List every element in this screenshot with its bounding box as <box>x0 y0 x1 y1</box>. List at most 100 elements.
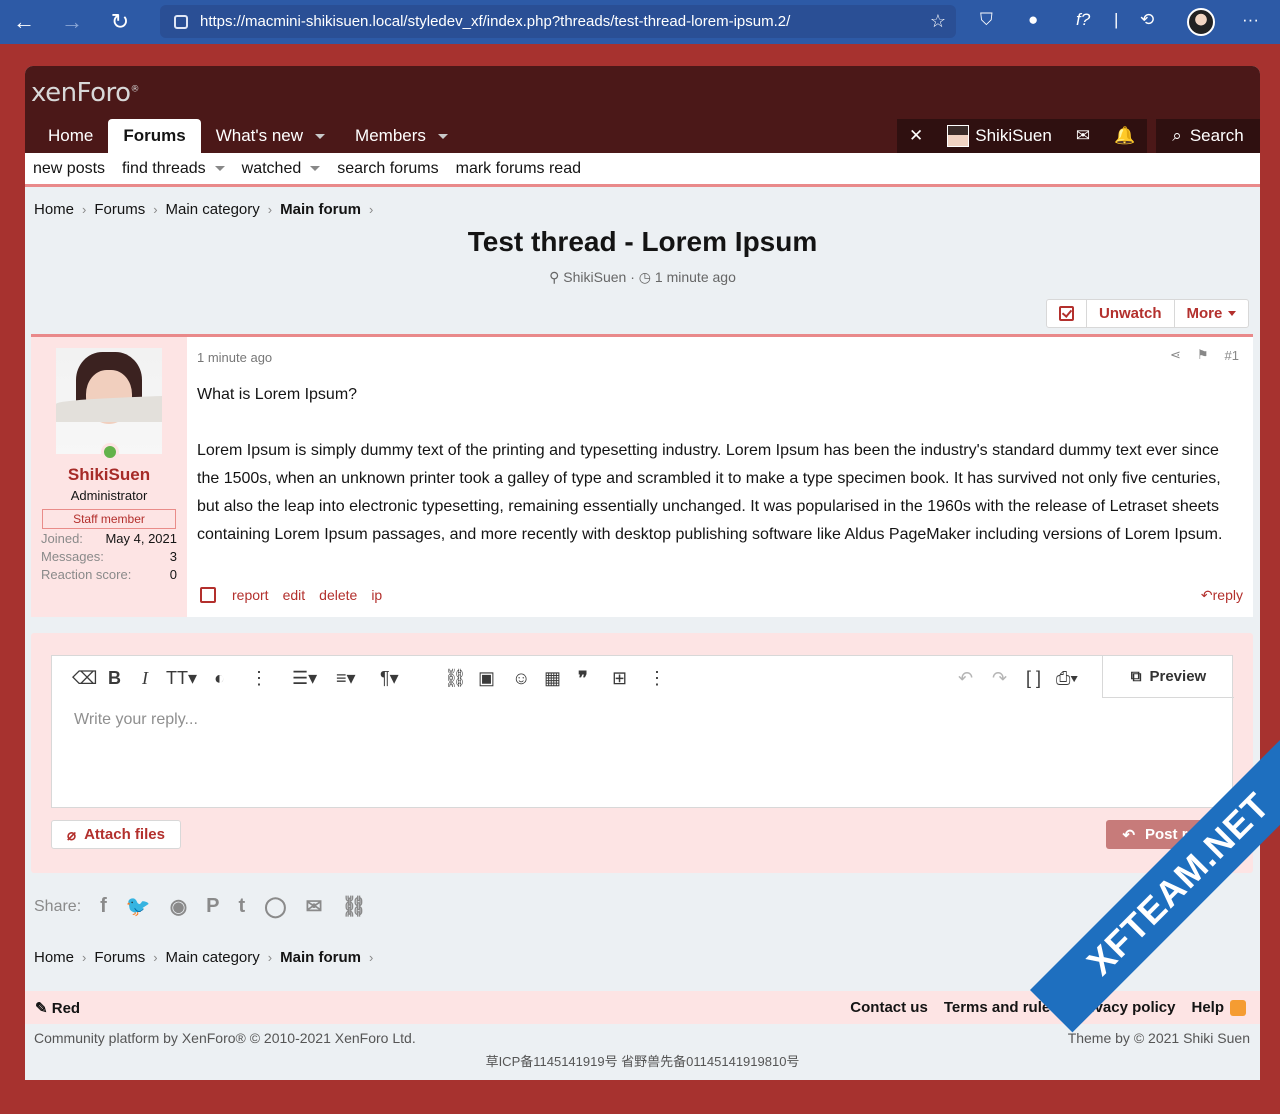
more-menu-icon[interactable]: ··· <box>1242 10 1259 30</box>
reddit-icon[interactable]: ◉ <box>170 894 187 919</box>
forward-icon[interactable]: → <box>48 0 96 44</box>
more-options-icon[interactable]: ⋮ <box>250 668 268 689</box>
breadcrumb-category[interactable]: Main category <box>166 949 260 966</box>
breadcrumb-forum[interactable]: Main forum <box>280 949 361 966</box>
extension-icon[interactable]: f? <box>1076 10 1090 30</box>
pinterest-icon[interactable]: P <box>206 895 219 918</box>
back-icon[interactable]: ← <box>0 0 48 44</box>
save-draft-icon[interactable]: ⎙▾ <box>1056 668 1078 689</box>
quote-icon[interactable]: ❞ <box>578 668 588 689</box>
history-icon[interactable]: ⟲ <box>1140 10 1154 30</box>
rss-icon[interactable] <box>1230 1000 1246 1016</box>
select-thread-button[interactable] <box>1047 300 1086 327</box>
extension-icon[interactable]: ● <box>1028 10 1038 30</box>
attach-files-button[interactable]: ⌀ Attach files <box>51 820 181 849</box>
reply-editor[interactable]: ⌫ B I TT▾ ◐ ⋮ ☰▾ ≡▾ ¶▾ ⛓ ▣ ☺ ▦ ❞ ⊞ ⋮ ↶ ↷… <box>51 655 1234 808</box>
italic-icon[interactable]: I <box>142 668 148 689</box>
text-size-icon[interactable]: TT▾ <box>166 668 197 689</box>
profile-avatar[interactable] <box>1187 8 1215 36</box>
search-button[interactable]: ⌕ Search <box>1156 119 1260 153</box>
chevron-down-icon <box>214 166 225 171</box>
subnav-new-posts[interactable]: new posts <box>33 160 105 178</box>
email-icon[interactable]: ✉ <box>306 894 323 919</box>
breadcrumb-home[interactable]: Home <box>34 949 74 966</box>
bold-icon[interactable]: B <box>108 668 121 689</box>
twitter-icon[interactable]: 🐦 <box>126 894 151 919</box>
breadcrumb-home[interactable]: Home <box>34 201 74 218</box>
subnav-mark-read[interactable]: mark forums read <box>456 160 581 178</box>
clock-icon: ◷ <box>638 269 652 285</box>
separator: · <box>630 269 639 285</box>
image-icon[interactable]: ▣ <box>478 668 495 689</box>
link-icon[interactable]: ⛓ <box>341 894 366 919</box>
inbox-icon[interactable]: ✉ <box>1064 119 1102 153</box>
smiley-icon[interactable]: ☺ <box>512 668 530 689</box>
list-icon[interactable]: ☰▾ <box>292 668 317 689</box>
whatsapp-icon[interactable]: ◯ <box>264 894 286 919</box>
breadcrumb-forum[interactable]: Main forum <box>280 201 361 218</box>
tab-home[interactable]: Home <box>33 119 108 153</box>
help-link[interactable]: Help <box>1191 999 1224 1016</box>
table-icon[interactable]: ⊞ <box>612 668 627 689</box>
ip-link[interactable]: ip <box>371 587 382 603</box>
reply-icon: ↶ <box>1122 826 1136 844</box>
reply-link[interactable]: ↶reply <box>1201 587 1243 604</box>
contact-link[interactable]: Contact us <box>850 999 928 1016</box>
tab-forums[interactable]: Forums <box>108 119 201 153</box>
chevron-right-icon: › <box>153 950 158 965</box>
facebook-icon[interactable]: f <box>100 895 107 918</box>
post-time[interactable]: 1 minute ago <box>197 350 272 365</box>
breadcrumb-forums[interactable]: Forums <box>94 949 145 966</box>
avatar[interactable] <box>56 348 162 454</box>
select-post-checkbox[interactable] <box>200 587 216 603</box>
post-username[interactable]: ShikiSuen <box>31 465 187 485</box>
align-icon[interactable]: ≡▾ <box>336 668 356 689</box>
link-icon[interactable]: ⛓ <box>444 668 467 689</box>
more-insert-icon[interactable]: ⋮ <box>648 668 666 689</box>
post-paragraph: What is Lorem Ipsum? <box>197 386 358 403</box>
chevron-right-icon: › <box>267 950 273 965</box>
subnav-watched[interactable]: watched <box>242 160 321 178</box>
delete-link[interactable]: delete <box>319 587 357 603</box>
tab-members[interactable]: Members <box>340 119 463 153</box>
breadcrumb: Home › Forums › Main category › Main forum › <box>34 201 381 218</box>
tumblr-icon[interactable]: t <box>239 895 246 918</box>
extension-icon[interactable]: ⛉ <box>980 10 993 30</box>
account-link[interactable]: ShikiSuen <box>935 119 1064 153</box>
share-label: Share: <box>34 897 82 915</box>
thread-author[interactable]: ShikiSuen <box>563 269 626 285</box>
subnav-search-forums[interactable]: search forums <box>337 160 438 178</box>
palette-icon[interactable]: ◐ <box>214 668 225 689</box>
edit-link[interactable]: edit <box>283 587 306 603</box>
more-button[interactable]: More <box>1173 300 1249 327</box>
post-number[interactable]: #1 <box>1225 348 1239 363</box>
style-chooser[interactable]: ✎ Red <box>35 999 80 1017</box>
unwatch-button[interactable]: Unwatch <box>1086 300 1174 327</box>
breadcrumb-forums[interactable]: Forums <box>94 201 145 218</box>
redo-icon[interactable]: ↷ <box>992 668 1007 689</box>
theme-credit: Theme by © 2021 Shiki Suen <box>1067 1030 1250 1046</box>
breadcrumb-category[interactable]: Main category <box>166 201 260 218</box>
site-logo[interactable]: xenForo® <box>31 78 140 108</box>
bookmark-icon[interactable]: ⚑ <box>1197 347 1209 363</box>
tab-whats-new[interactable]: What's new <box>201 119 340 153</box>
tools-icon[interactable]: ✕ <box>897 119 935 153</box>
favorite-icon[interactable]: ☆ <box>930 11 946 32</box>
share-icon[interactable]: ⋖ <box>1170 347 1181 363</box>
post: ShikiSuen Administrator Staff member Joi… <box>31 334 1253 617</box>
address-bar[interactable]: https://macmini-shikisuen.local/styledev… <box>160 5 956 38</box>
stat-label: Reaction score: <box>41 567 132 582</box>
bell-icon[interactable]: 🔔 <box>1102 119 1147 153</box>
bbcode-toggle-icon[interactable]: [ ] <box>1026 668 1041 689</box>
reply-input[interactable]: Write your reply... <box>74 711 198 729</box>
eraser-icon[interactable]: ⌫ <box>72 668 97 689</box>
subnav-find-threads[interactable]: find threads <box>122 160 225 178</box>
lock-icon <box>174 14 188 29</box>
report-link[interactable]: report <box>232 587 269 603</box>
post-tools: ⋖ ⚑ #1 <box>1154 347 1239 363</box>
preview-button[interactable]: ⧉ Preview <box>1102 656 1234 698</box>
paragraph-icon[interactable]: ¶▾ <box>380 668 399 689</box>
media-icon[interactable]: ▦ <box>544 668 561 689</box>
undo-icon[interactable]: ↶ <box>958 668 973 689</box>
reload-icon[interactable]: ↻ <box>96 0 144 44</box>
